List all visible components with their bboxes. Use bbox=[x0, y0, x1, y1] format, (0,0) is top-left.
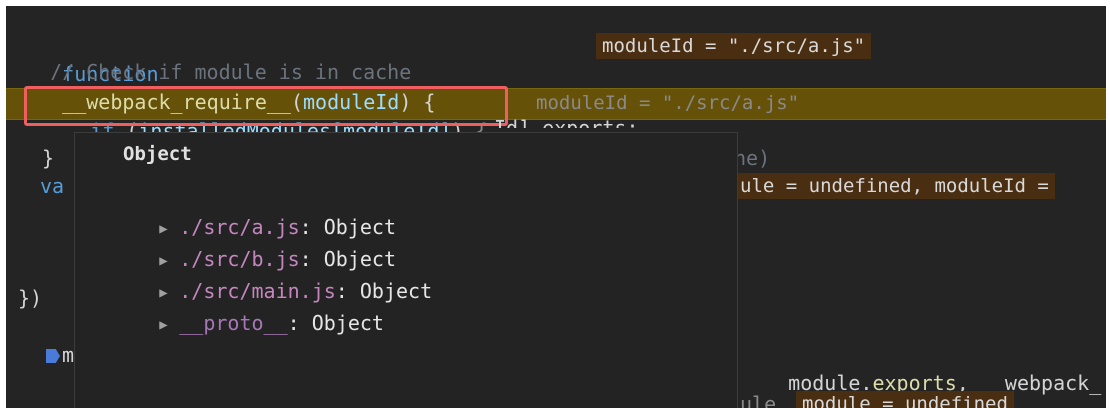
code-line-8-prefix: m bbox=[62, 343, 75, 367]
inline-value-9: module = undefined bbox=[796, 391, 1014, 408]
closing-brace: } bbox=[42, 146, 55, 170]
var-keyword-partial: va bbox=[40, 174, 65, 198]
expand-arrow-icon[interactable]: ▶ bbox=[159, 311, 179, 339]
inline-value-6: ule = undefined, moduleId = bbox=[734, 173, 1055, 199]
hover-highlight-box bbox=[24, 86, 508, 126]
item-sep: : bbox=[287, 311, 312, 335]
breakpoint-arrow-icon[interactable] bbox=[46, 349, 60, 363]
closing-paren-brace: }) bbox=[18, 286, 43, 310]
code-editor: function __webpack_require__(moduleId) {… bbox=[6, 6, 1106, 408]
item-value: Object bbox=[311, 311, 384, 335]
code-line-5-partial: he) bbox=[734, 146, 771, 170]
tooltip-item[interactable]: ▶ __proto__: Object bbox=[87, 281, 384, 367]
tooltip-title: Object bbox=[123, 143, 192, 165]
code-line-9-partial: ule bbox=[740, 392, 777, 408]
code-comment: // Check if module is in cache bbox=[50, 60, 412, 80]
code-line-4-partial: Id].exports; bbox=[494, 116, 639, 128]
hover-tooltip: Object ▶ ./src/a.js: Object ▶ ./src/b.js: … bbox=[74, 132, 738, 408]
inline-value-3: moduleId = "./src/a.js" bbox=[536, 92, 800, 114]
inline-value-1: moduleId = "./src/a.js" bbox=[596, 33, 872, 59]
item-key: __proto__ bbox=[179, 311, 288, 335]
